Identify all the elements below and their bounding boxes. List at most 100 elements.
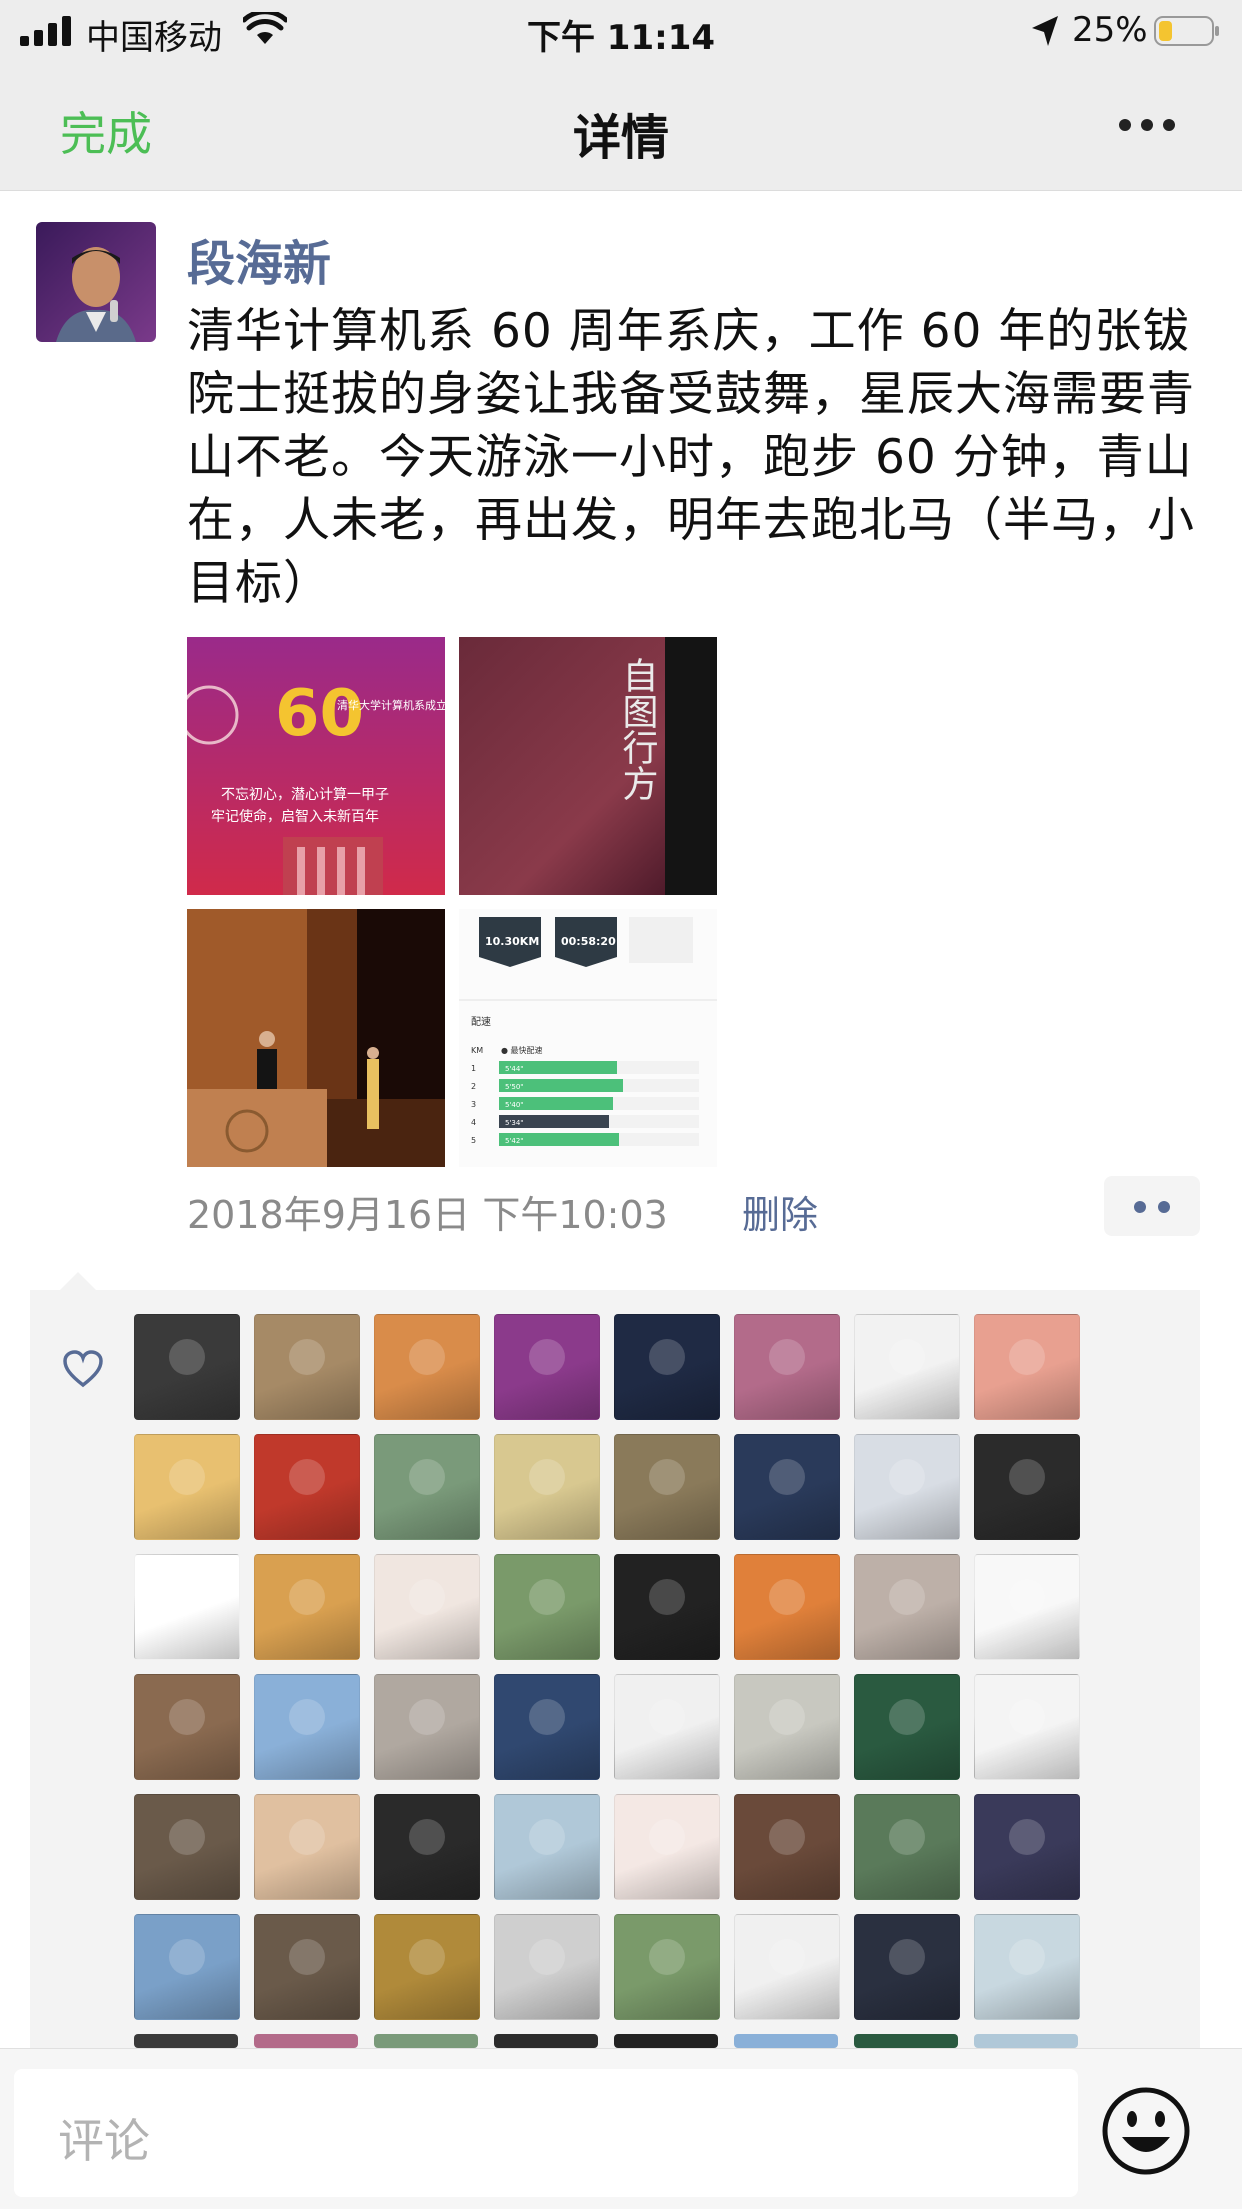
avatar-silhouette [169,1939,205,1975]
more-dots-icon[interactable] [1118,118,1176,132]
liker-avatar[interactable] [614,1434,720,1540]
liker-avatar[interactable] [254,1554,360,1660]
avatar-silhouette [889,1459,925,1495]
liker-avatar[interactable] [374,1674,480,1780]
liker-avatar[interactable] [974,1554,1080,1660]
liker-avatar[interactable] [374,1554,480,1660]
liker-avatar[interactable] [254,2034,358,2048]
liker-avatar[interactable] [974,1914,1080,2020]
liker-avatar[interactable] [374,1314,480,1420]
avatar-silhouette [1009,1939,1045,1975]
avatar-silhouette [169,1579,205,1615]
pace-km-label: 3 [471,1100,476,1109]
liker-avatar[interactable] [494,2034,598,2048]
avatar-silhouette [649,1699,685,1735]
liker-avatar[interactable] [734,1314,840,1420]
comment-input[interactable]: 评论 [14,2069,1078,2197]
liker-avatar[interactable] [494,1794,600,1900]
avatar-silhouette [1009,1819,1045,1855]
liker-avatar[interactable] [734,1674,840,1780]
post-timestamp: 2018年9月16日 下午10:03 [187,1193,668,1237]
author-name[interactable]: 段海新 [187,224,331,294]
delete-link[interactable]: 删除 [742,1184,818,1239]
liker-avatar[interactable] [374,1794,480,1900]
liker-avatar[interactable] [854,1674,960,1780]
stat-duration: 00:58:20 [561,935,616,948]
anniversary-poster-photo[interactable]: 60 清华大学计算机系成立60周年 不忘初心，潜心计算一甲子 牢记使命，启智入未… [187,637,445,895]
running-stats-screenshot[interactable]: 10.30KM 00:58:20 配速 KM ● 最快配速 1 5'44" 2 5'5… [459,909,717,1167]
avatar-silhouette [1009,1459,1045,1495]
liker-avatar[interactable] [494,1914,600,2020]
avatar-silhouette [649,1939,685,1975]
avatar-silhouette [649,1339,685,1375]
liker-avatar[interactable] [854,1314,960,1420]
avatar-silhouette [409,1339,445,1375]
liker-avatar[interactable] [254,1314,360,1420]
avatar-silhouette [889,1579,925,1615]
liker-avatar[interactable] [854,1914,960,2020]
emoji-smile-icon[interactable] [1100,2085,1192,2177]
liker-avatar[interactable] [974,2034,1078,2048]
liker-avatar[interactable] [494,1434,600,1540]
liker-avatar[interactable] [614,2034,718,2048]
liker-avatar[interactable] [374,1914,480,2020]
liker-avatar[interactable] [134,1674,240,1780]
liker-avatar[interactable] [974,1794,1080,1900]
km-header: KM [471,1046,483,1055]
liker-avatar[interactable] [734,1434,840,1540]
avatar-silhouette [169,1819,205,1855]
liker-avatar[interactable] [974,1314,1080,1420]
liker-avatar[interactable] [494,1674,600,1780]
avatar-silhouette [529,1339,565,1375]
liker-avatar[interactable] [134,1794,240,1900]
comment-placeholder: 评论 [58,2114,150,2168]
liker-avatar[interactable] [854,1434,960,1540]
book-cover-photo[interactable]: 自图行方 [459,637,717,895]
liker-avatar[interactable] [254,1914,360,2020]
liker-avatar[interactable] [734,1794,840,1900]
liker-avatar[interactable] [374,2034,478,2048]
comment-bar: 评论 [0,2048,1242,2209]
pace-km-label: 4 [471,1118,476,1127]
liker-avatar[interactable] [254,1434,360,1540]
avatar-silhouette [769,1339,805,1375]
avatar-silhouette [1009,1699,1045,1735]
author-avatar[interactable] [36,222,156,342]
liker-avatar[interactable] [854,1794,960,1900]
liker-avatar[interactable] [974,1434,1080,1540]
likes-panel-pointer [58,1272,98,1292]
liker-avatar[interactable] [614,1794,720,1900]
liker-avatar[interactable] [854,2034,958,2048]
liker-avatar[interactable] [734,2034,838,2048]
liker-avatar[interactable] [254,1794,360,1900]
liker-avatar[interactable] [134,1554,240,1660]
pace-value: 5'34" [505,1119,524,1127]
avatar-silhouette [169,1339,205,1375]
post-action-button[interactable] [1104,1176,1200,1236]
liker-avatar[interactable] [134,1914,240,2020]
liker-avatar[interactable] [614,1314,720,1420]
liker-avatar[interactable] [134,1434,240,1540]
liker-avatar[interactable] [734,1554,840,1660]
more-dots-icon [1134,1201,1146,1213]
liker-avatar[interactable] [494,1314,600,1420]
liker-avatar[interactable] [614,1554,720,1660]
liker-avatar[interactable] [254,1674,360,1780]
avatar-silhouette [409,1579,445,1615]
lecture-podium-photo[interactable] [187,909,445,1167]
avatar-silhouette [889,1819,925,1855]
liker-avatar[interactable] [614,1674,720,1780]
avatar-silhouette [649,1819,685,1855]
liker-avatar[interactable] [134,2034,238,2048]
liker-avatar[interactable] [854,1554,960,1660]
avatar-silhouette [289,1819,325,1855]
pace-value: 5'40" [505,1101,524,1109]
liker-avatar[interactable] [134,1314,240,1420]
avatar-silhouette [529,1699,565,1735]
liker-avatar[interactable] [734,1914,840,2020]
pace-km-label: 1 [471,1064,476,1073]
liker-avatar[interactable] [374,1434,480,1540]
liker-avatar[interactable] [614,1914,720,2020]
liker-avatar[interactable] [974,1674,1080,1780]
liker-avatar[interactable] [494,1554,600,1660]
